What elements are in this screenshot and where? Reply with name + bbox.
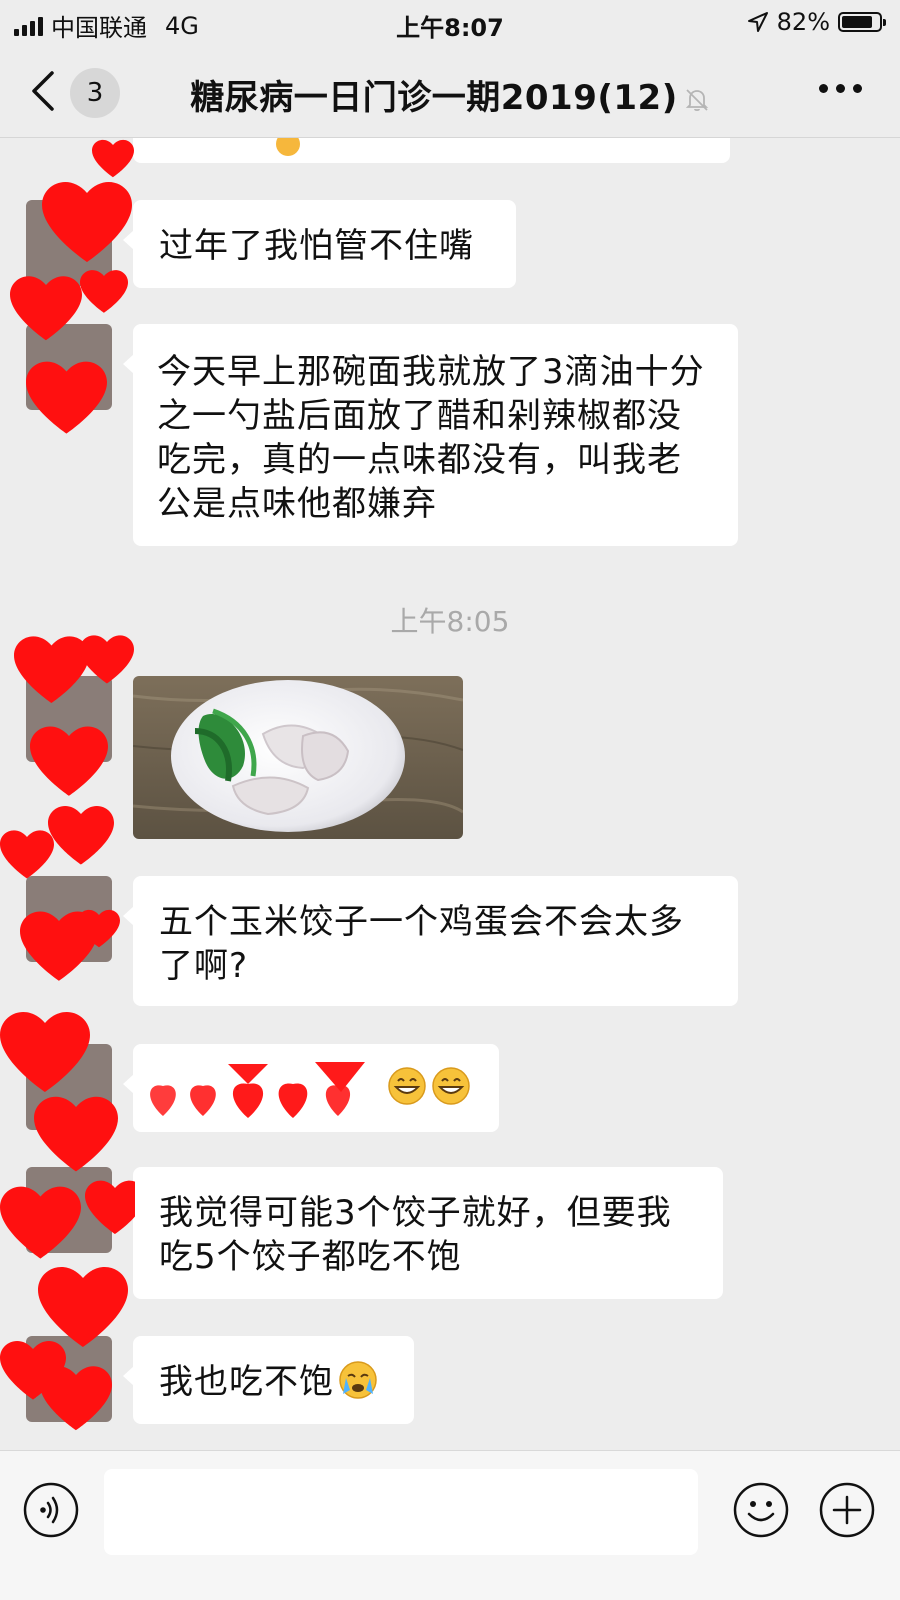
chat-header: 3 糖尿病一日门诊一期2019(12) — [0, 46, 900, 138]
grinning-face-icon — [432, 1067, 470, 1105]
chat-title: 糖尿病一日门诊一期2019(12) — [0, 70, 900, 119]
image-message[interactable] — [133, 676, 463, 839]
crying-face-icon — [339, 1361, 377, 1399]
message-bubble-partial — [133, 138, 730, 163]
battery-icon — [838, 12, 886, 32]
chat-title-text: 糖尿病一日门诊一期2019(12) — [190, 78, 678, 118]
avatar[interactable] — [26, 1336, 112, 1422]
emoji-icon[interactable] — [732, 1481, 790, 1539]
message-bubble: 我觉得可能3个饺子就好，但要我吃5个饺子都吃不饱 — [123, 1167, 723, 1299]
avatar[interactable] — [26, 1044, 112, 1130]
message-text: 我觉得可能3个饺子就好，但要我吃5个饺子都吃不饱 — [159, 1193, 672, 1277]
message-text: 五个玉米饺子一个鸡蛋会不会太多了啊? — [159, 902, 684, 986]
status-bar: 中国联通 4G 上午8:07 82% — [0, 0, 900, 46]
avatar[interactable] — [26, 676, 112, 762]
message-text: 我也吃不饱 — [159, 1362, 334, 1402]
grinning-face-icon — [388, 1067, 426, 1105]
battery-level-fill — [842, 16, 872, 28]
more-dots-icon[interactable] — [819, 84, 862, 93]
photo-dumplings-greens-egg — [133, 676, 463, 839]
message-bubble — [123, 1044, 499, 1132]
message-timestamp: 上午8:05 — [390, 605, 510, 638]
message-text: 过年了我怕管不住嘴 — [159, 226, 474, 266]
plus-icon[interactable] — [818, 1481, 876, 1539]
avatar[interactable] — [26, 324, 112, 410]
voice-icon[interactable] — [22, 1481, 80, 1539]
message-bubble: 五个玉米饺子一个鸡蛋会不会太多了啊? — [123, 876, 738, 1006]
message-bubble: 我也吃不饱 — [123, 1336, 414, 1424]
input-bar — [0, 1450, 900, 1600]
chat-messages[interactable]: 过年了我怕管不住嘴 今天早上那碗面我就放了3滴油十分之一勺盐后面放了醋和剁辣椒都… — [0, 138, 900, 1450]
avatar[interactable] — [26, 1167, 112, 1253]
emoji-partial-icon — [276, 138, 300, 156]
battery-percent: 82% — [776, 8, 830, 36]
redaction-hearts-icon — [150, 1062, 365, 1118]
message-bubble: 过年了我怕管不住嘴 — [123, 200, 516, 288]
bell-muted-icon — [685, 88, 708, 111]
avatar[interactable] — [26, 876, 112, 962]
message-bubble: 今天早上那碗面我就放了3滴油十分之一勺盐后面放了醋和剁辣椒都没吃完，真的一点味都… — [123, 324, 738, 546]
location-arrow-icon — [747, 12, 768, 32]
message-text: 今天早上那碗面我就放了3滴油十分之一勺盐后面放了醋和剁辣椒都没吃完，真的一点味都… — [157, 352, 705, 524]
message-input[interactable] — [104, 1469, 698, 1555]
avatar[interactable] — [26, 200, 112, 286]
